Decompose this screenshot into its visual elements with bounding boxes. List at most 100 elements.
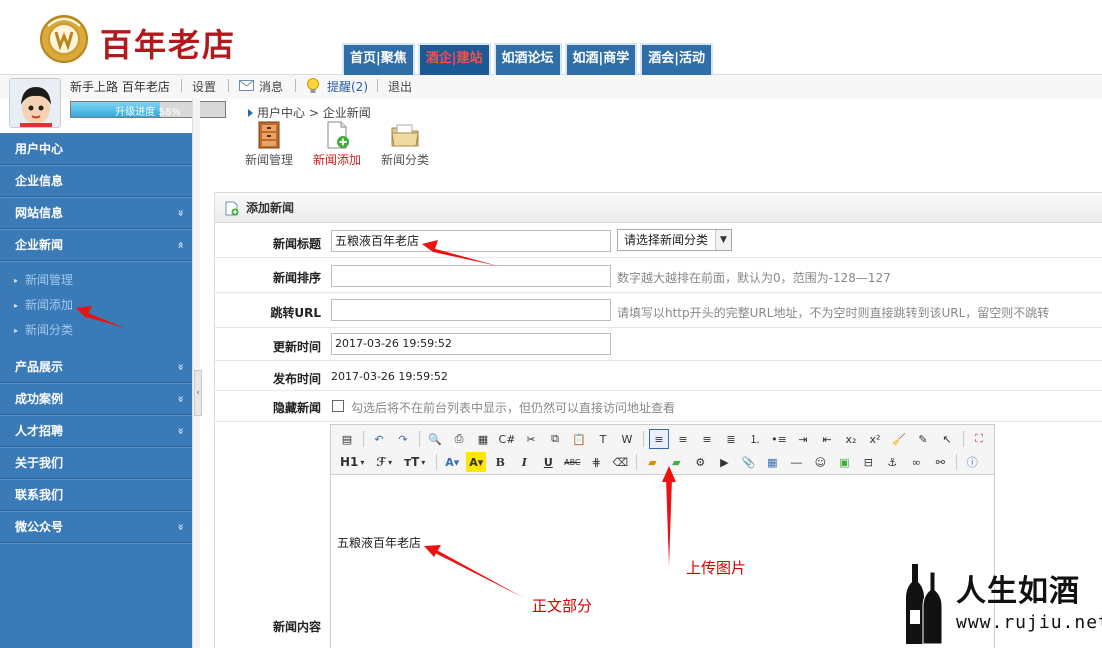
- underline-icon[interactable]: U: [538, 452, 558, 472]
- nav-tab-forum[interactable]: 如酒论坛: [493, 43, 562, 75]
- sidebar-item-about[interactable]: 关于我们: [0, 447, 192, 479]
- sidebar-item-cases[interactable]: 成功案例»: [0, 383, 192, 415]
- news-toolbar: 新闻管理 新闻添加 新闻分类: [235, 120, 439, 175]
- editor-content-area[interactable]: 五粮液百年老店: [331, 476, 994, 648]
- image-gallery-icon[interactable]: ▣: [834, 452, 854, 472]
- nav-tab-business-school[interactable]: 如酒|商学: [564, 43, 638, 75]
- horizontal-rule-icon[interactable]: ―: [786, 452, 806, 472]
- sidebar-item-company-info[interactable]: 企业信息: [0, 165, 192, 197]
- subscript-icon[interactable]: x₂: [841, 429, 861, 449]
- field-label: 新闻排序: [272, 271, 321, 285]
- logout-link[interactable]: 退出: [388, 78, 412, 95]
- media-icon[interactable]: ▶: [714, 452, 734, 472]
- sidebar-collapse-handle[interactable]: ‹: [194, 370, 202, 416]
- form-row-update-time: 更新时间 2017-03-26 19:59:52: [215, 329, 1102, 361]
- unlink-icon[interactable]: ⚯: [930, 452, 950, 472]
- select-all-icon[interactable]: ✎: [913, 429, 933, 449]
- hide-news-checkbox[interactable]: [332, 400, 344, 412]
- align-justify-icon[interactable]: ≣: [721, 429, 741, 449]
- link-icon[interactable]: ∞: [906, 452, 926, 472]
- cut-icon[interactable]: ✂: [521, 429, 541, 449]
- font-family-dropdown[interactable]: ℱ ▾: [373, 452, 395, 472]
- code-icon[interactable]: C#: [497, 429, 517, 449]
- align-right-icon[interactable]: ≡: [697, 429, 717, 449]
- messages-link[interactable]: 消息: [259, 78, 283, 95]
- highlight-color-icon[interactable]: A▾: [466, 452, 487, 472]
- paste-text-icon[interactable]: T: [593, 429, 613, 449]
- news-title-input[interactable]: 五粮液百年老店: [331, 230, 611, 252]
- news-category-select[interactable]: 请选择新闻分类 ▼: [617, 229, 732, 251]
- paste-word-icon[interactable]: W: [617, 429, 637, 449]
- avatar[interactable]: [9, 78, 61, 128]
- copy-icon[interactable]: ⧉: [545, 429, 565, 449]
- preview-icon[interactable]: 🔍: [425, 429, 445, 449]
- sidebar-item-wechat[interactable]: 微公众号»: [0, 511, 192, 543]
- flash-icon[interactable]: ⚙: [690, 452, 710, 472]
- progress-text: 升级进度 58%: [115, 107, 181, 118]
- editor-toolbar-row-2: H1 ▾ ℱ ▾ тT ▾ A▾ A▾ B I U ABC ⋕ ⌫ ▰ ▰ ⚙ ▶ 📎…: [337, 451, 986, 473]
- panel-title: 添加新闻: [246, 201, 295, 215]
- sidebar-subitem-news-add[interactable]: ▸ 新闻添加: [0, 293, 192, 318]
- reminders-link[interactable]: 提醒(2): [327, 78, 368, 95]
- page-break-icon[interactable]: ⊟: [858, 452, 878, 472]
- site-logo[interactable]: 百年老店: [38, 14, 248, 64]
- emoticon-icon[interactable]: ☺: [810, 452, 830, 472]
- annotation-upload-image: 上传图片: [686, 559, 747, 577]
- form-row-order: 新闻排序 数字越大越排在前面，默认为0，范围为-128—127: [215, 259, 1102, 293]
- font-color-icon[interactable]: A▾: [442, 452, 462, 472]
- print-icon[interactable]: ⎙: [449, 429, 469, 449]
- redo-icon[interactable]: ↷: [393, 429, 413, 449]
- sidebar-item-user-center[interactable]: 用户中心: [0, 133, 192, 165]
- breadcrumb-root[interactable]: 用户中心: [257, 106, 305, 120]
- sidebar-item-recruitment[interactable]: 人才招聘»: [0, 415, 192, 447]
- superscript-icon[interactable]: x²: [865, 429, 885, 449]
- watermark-domain: www.rujiu.net: [956, 612, 1102, 633]
- field-label: 更新时间: [272, 340, 321, 354]
- source-code-icon[interactable]: ▤: [337, 429, 357, 449]
- template-icon[interactable]: ▦: [473, 429, 493, 449]
- sidebar-item-company-news[interactable]: 企业新闻 «: [0, 229, 192, 261]
- annotation-body-section: 正文部分: [532, 597, 593, 615]
- font-size-dropdown[interactable]: тT ▾: [401, 452, 428, 472]
- italic-icon[interactable]: I: [514, 452, 534, 472]
- sidebar-subitem-news-category[interactable]: ▸ 新闻分类: [0, 318, 192, 343]
- news-manage-button[interactable]: 新闻管理: [235, 120, 303, 175]
- upload-image-icon[interactable]: ▰: [642, 452, 662, 472]
- indent-icon[interactable]: ⇥: [793, 429, 813, 449]
- settings-link[interactable]: 设置: [192, 78, 216, 95]
- eraser-icon[interactable]: ⌫: [610, 452, 630, 472]
- fullscreen-icon[interactable]: ⛶: [969, 429, 989, 449]
- strikethrough-icon[interactable]: ABC: [562, 452, 582, 472]
- align-center-icon[interactable]: ≡: [673, 429, 693, 449]
- attachment-icon[interactable]: 📎: [738, 452, 758, 472]
- clear-format-icon[interactable]: 🧹: [889, 429, 909, 449]
- outdent-icon[interactable]: ⇤: [817, 429, 837, 449]
- news-add-button[interactable]: 新闻添加: [303, 120, 371, 175]
- anchor-icon[interactable]: ⚓: [882, 452, 902, 472]
- sidebar-item-contact[interactable]: 联系我们: [0, 479, 192, 511]
- sidebar-subitem-news-manage[interactable]: ▸ 新闻管理: [0, 268, 192, 293]
- redirect-url-input[interactable]: [331, 299, 611, 321]
- multi-image-icon[interactable]: ▰: [666, 452, 686, 472]
- ordered-list-icon[interactable]: ⒈: [745, 429, 765, 449]
- add-news-icon: [225, 201, 239, 216]
- nav-tab-events[interactable]: 酒会|活动: [640, 43, 714, 75]
- align-left-icon[interactable]: ≡: [649, 429, 669, 449]
- field-hint: 请填写以http开头的完整URL地址，不为空时则直接跳转到该URL，留空则不跳转: [617, 306, 1050, 320]
- sidebar-item-products[interactable]: 产品展示»: [0, 351, 192, 383]
- help-icon[interactable]: ⓘ: [962, 452, 982, 472]
- undo-icon[interactable]: ↶: [369, 429, 389, 449]
- table-icon[interactable]: ▦: [762, 452, 782, 472]
- nav-tab-home[interactable]: 首页|聚焦: [342, 43, 415, 75]
- nav-tab-site-builder[interactable]: 酒企|建站: [417, 43, 491, 75]
- heading-dropdown[interactable]: H1 ▾: [337, 452, 367, 472]
- cursor-icon[interactable]: ↖: [937, 429, 957, 449]
- bold-icon[interactable]: B: [490, 452, 510, 472]
- update-time-input[interactable]: 2017-03-26 19:59:52: [331, 333, 611, 355]
- news-order-input[interactable]: [331, 265, 611, 287]
- paste-icon[interactable]: 📋: [569, 429, 589, 449]
- sidebar-item-website-info[interactable]: 网站信息»: [0, 197, 192, 229]
- news-category-button[interactable]: 新闻分类: [371, 120, 439, 175]
- unordered-list-icon[interactable]: •≡: [769, 429, 789, 449]
- line-height-icon[interactable]: ⋕: [586, 452, 606, 472]
